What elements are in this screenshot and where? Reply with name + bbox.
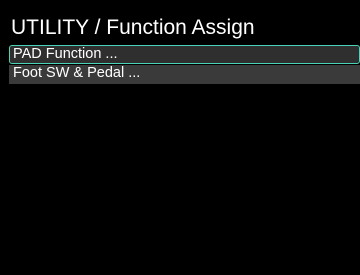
page-title: UTILITY / Function Assign bbox=[11, 16, 255, 39]
lcd-screen: UTILITY / Function Assign PAD Function .… bbox=[0, 0, 360, 275]
menu-item-foot-sw-pedal[interactable]: Foot SW & Pedal ... bbox=[9, 65, 360, 84]
menu-item-pad-function[interactable]: PAD Function ... bbox=[9, 45, 360, 64]
menu-list: PAD Function ... Foot SW & Pedal ... bbox=[9, 45, 360, 85]
menu-item-label: Foot SW & Pedal ... bbox=[13, 65, 141, 81]
menu-item-label: PAD Function ... bbox=[13, 46, 118, 62]
